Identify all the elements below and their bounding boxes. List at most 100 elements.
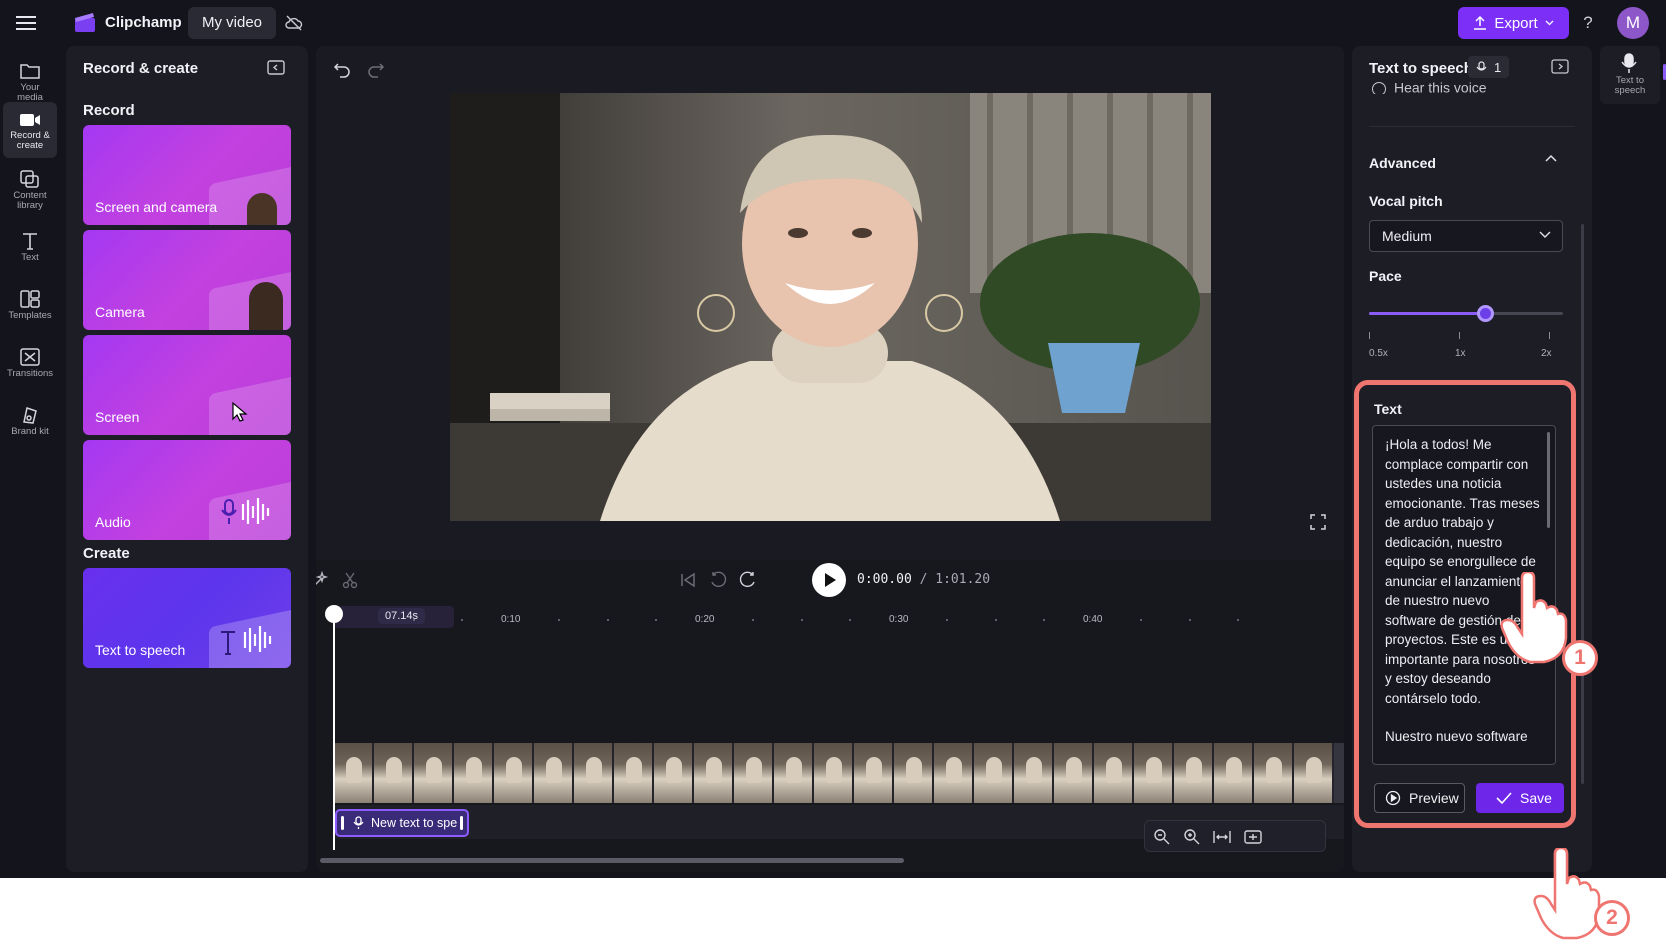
chevron-down-icon xyxy=(1545,20,1554,26)
text-to-speech-clip[interactable]: New text to spe xyxy=(335,809,469,837)
split-scissors-icon[interactable] xyxy=(340,570,360,590)
transitions-icon xyxy=(20,348,40,366)
cloud-sync-off-icon[interactable] xyxy=(284,13,304,33)
fullscreen-icon[interactable] xyxy=(1309,513,1327,531)
collapse-panel-icon[interactable] xyxy=(1551,59,1569,75)
filmstrip-frame xyxy=(854,743,894,803)
ruler-label: 0:40 xyxy=(1083,614,1103,625)
ruler-tick xyxy=(1043,619,1045,621)
right-rail-text-to-speech[interactable]: Text to speech xyxy=(1600,46,1660,104)
hamburger-menu-icon[interactable] xyxy=(16,13,36,33)
timeline-horizontal-scrollbar[interactable] xyxy=(320,858,904,863)
library-icon xyxy=(20,170,39,188)
text-area-scrollbar[interactable] xyxy=(1547,432,1550,528)
vocal-pitch-label: Vocal pitch xyxy=(1369,193,1443,209)
filmstrip-frame xyxy=(1294,743,1334,803)
properties-scrollbar[interactable] xyxy=(1581,224,1584,784)
filmstrip-frame xyxy=(534,743,574,803)
ruler-tick xyxy=(461,619,463,621)
fit-to-width-icon[interactable] xyxy=(1212,827,1232,847)
pace-tick xyxy=(1459,332,1460,339)
filmstrip-frame xyxy=(1094,743,1134,803)
video-frame[interactable] xyxy=(450,93,1211,521)
ruler-label: 0:20 xyxy=(695,614,715,625)
ruler-tick xyxy=(1140,619,1142,621)
rewind-5s-icon[interactable] xyxy=(708,570,728,590)
rail-item-brand-kit[interactable]: Brand kit xyxy=(3,396,57,452)
cursor-icon xyxy=(232,401,248,422)
audio-card[interactable]: Audio xyxy=(83,440,291,540)
forward-5s-icon[interactable] xyxy=(738,570,758,590)
pace-slider-thumb[interactable] xyxy=(1476,305,1494,322)
ruler-label: 0:10 xyxy=(501,614,521,625)
playhead-time-label: 07.14s xyxy=(378,608,426,624)
filmstrip-frame xyxy=(974,743,1014,803)
redo-icon[interactable] xyxy=(366,59,386,79)
screen-and-camera-card[interactable]: Screen and camera xyxy=(83,125,291,225)
clip-trim-handle-right[interactable] xyxy=(460,816,463,830)
collapse-panel-icon[interactable] xyxy=(266,59,286,77)
clip-label: New text to spe xyxy=(371,816,458,830)
zoom-in-icon[interactable] xyxy=(1182,827,1202,847)
ruler-tick xyxy=(558,619,560,621)
speech-text-overflow: Nuestro nuevo software xyxy=(1385,729,1528,744)
filmstrip-frame xyxy=(774,743,814,803)
ruler-tick xyxy=(849,619,851,621)
text-to-speech-properties-panel: Text to speech 1 Hear this voice Advance… xyxy=(1352,46,1592,872)
rail-item-text[interactable]: Text xyxy=(3,222,57,278)
timeline-expand-icon[interactable] xyxy=(1243,827,1263,847)
skip-to-start-icon[interactable] xyxy=(678,570,698,590)
step-2-callout: 2 xyxy=(1594,900,1630,936)
magic-sparkle-icon[interactable] xyxy=(316,570,330,590)
ruler-tick xyxy=(607,619,609,621)
playhead-handle[interactable] xyxy=(325,605,343,623)
rail-item-record-create[interactable]: Record & create xyxy=(3,102,57,158)
camera-icon xyxy=(20,114,40,126)
play-button[interactable] xyxy=(812,563,846,597)
help-icon[interactable]: ? xyxy=(1578,10,1598,36)
screen-card[interactable]: Screen xyxy=(83,335,291,435)
export-button[interactable]: Export xyxy=(1458,7,1569,39)
ruler-tick xyxy=(1189,619,1191,621)
microphone-waveform-icon xyxy=(221,498,270,524)
video-track[interactable] xyxy=(334,743,1344,803)
checkmark-icon xyxy=(1496,792,1512,804)
undo-icon[interactable] xyxy=(332,59,352,79)
save-button[interactable]: Save xyxy=(1476,783,1564,813)
avatar[interactable]: M xyxy=(1617,7,1649,39)
pace-slider[interactable] xyxy=(1369,305,1563,322)
rail-label: create xyxy=(16,140,44,151)
project-name-field[interactable]: My video xyxy=(188,7,277,39)
text-label: Text xyxy=(1374,401,1402,417)
rail-item-content-library[interactable]: Content library xyxy=(3,160,57,216)
card-label: Camera xyxy=(95,304,145,320)
rail-item-templates[interactable]: Templates xyxy=(3,280,57,336)
chevron-up-icon[interactable] xyxy=(1544,152,1558,166)
rail-item-transitions[interactable]: Transitions xyxy=(3,338,57,394)
filmstrip-frame xyxy=(734,743,774,803)
voice-count-badge: 1 xyxy=(1468,56,1510,78)
pace-tick xyxy=(1369,332,1370,339)
vocal-pitch-dropdown[interactable]: Medium xyxy=(1369,220,1563,252)
clip-trim-handle-left[interactable] xyxy=(341,816,344,830)
hear-voice-label: Hear this voice xyxy=(1394,82,1487,94)
voice-count: 1 xyxy=(1494,59,1502,75)
pace-tick-label: 1x xyxy=(1455,348,1466,359)
preview-button[interactable]: Preview xyxy=(1374,783,1465,813)
ruler-tick xyxy=(655,619,657,621)
current-time: 0:00.00 xyxy=(857,572,912,587)
brand-kit-icon xyxy=(23,407,37,424)
hear-this-voice-link[interactable]: Hear this voice xyxy=(1372,82,1487,94)
chevron-down-icon xyxy=(1539,231,1551,238)
zoom-out-icon[interactable] xyxy=(1152,827,1172,847)
pace-slider-fill xyxy=(1369,312,1486,315)
play-circle-icon xyxy=(1372,82,1386,94)
filmstrip-frame xyxy=(614,743,654,803)
rail-item-your-media[interactable]: Your media xyxy=(3,52,57,108)
rail-label: library xyxy=(17,200,43,211)
text-to-speech-card[interactable]: Text to speech xyxy=(83,568,291,668)
camera-card[interactable]: Camera xyxy=(83,230,291,330)
filmstrip-frame xyxy=(414,743,454,803)
filmstrip-frame xyxy=(1254,743,1294,803)
ruler-label: 0:30 xyxy=(889,614,909,625)
